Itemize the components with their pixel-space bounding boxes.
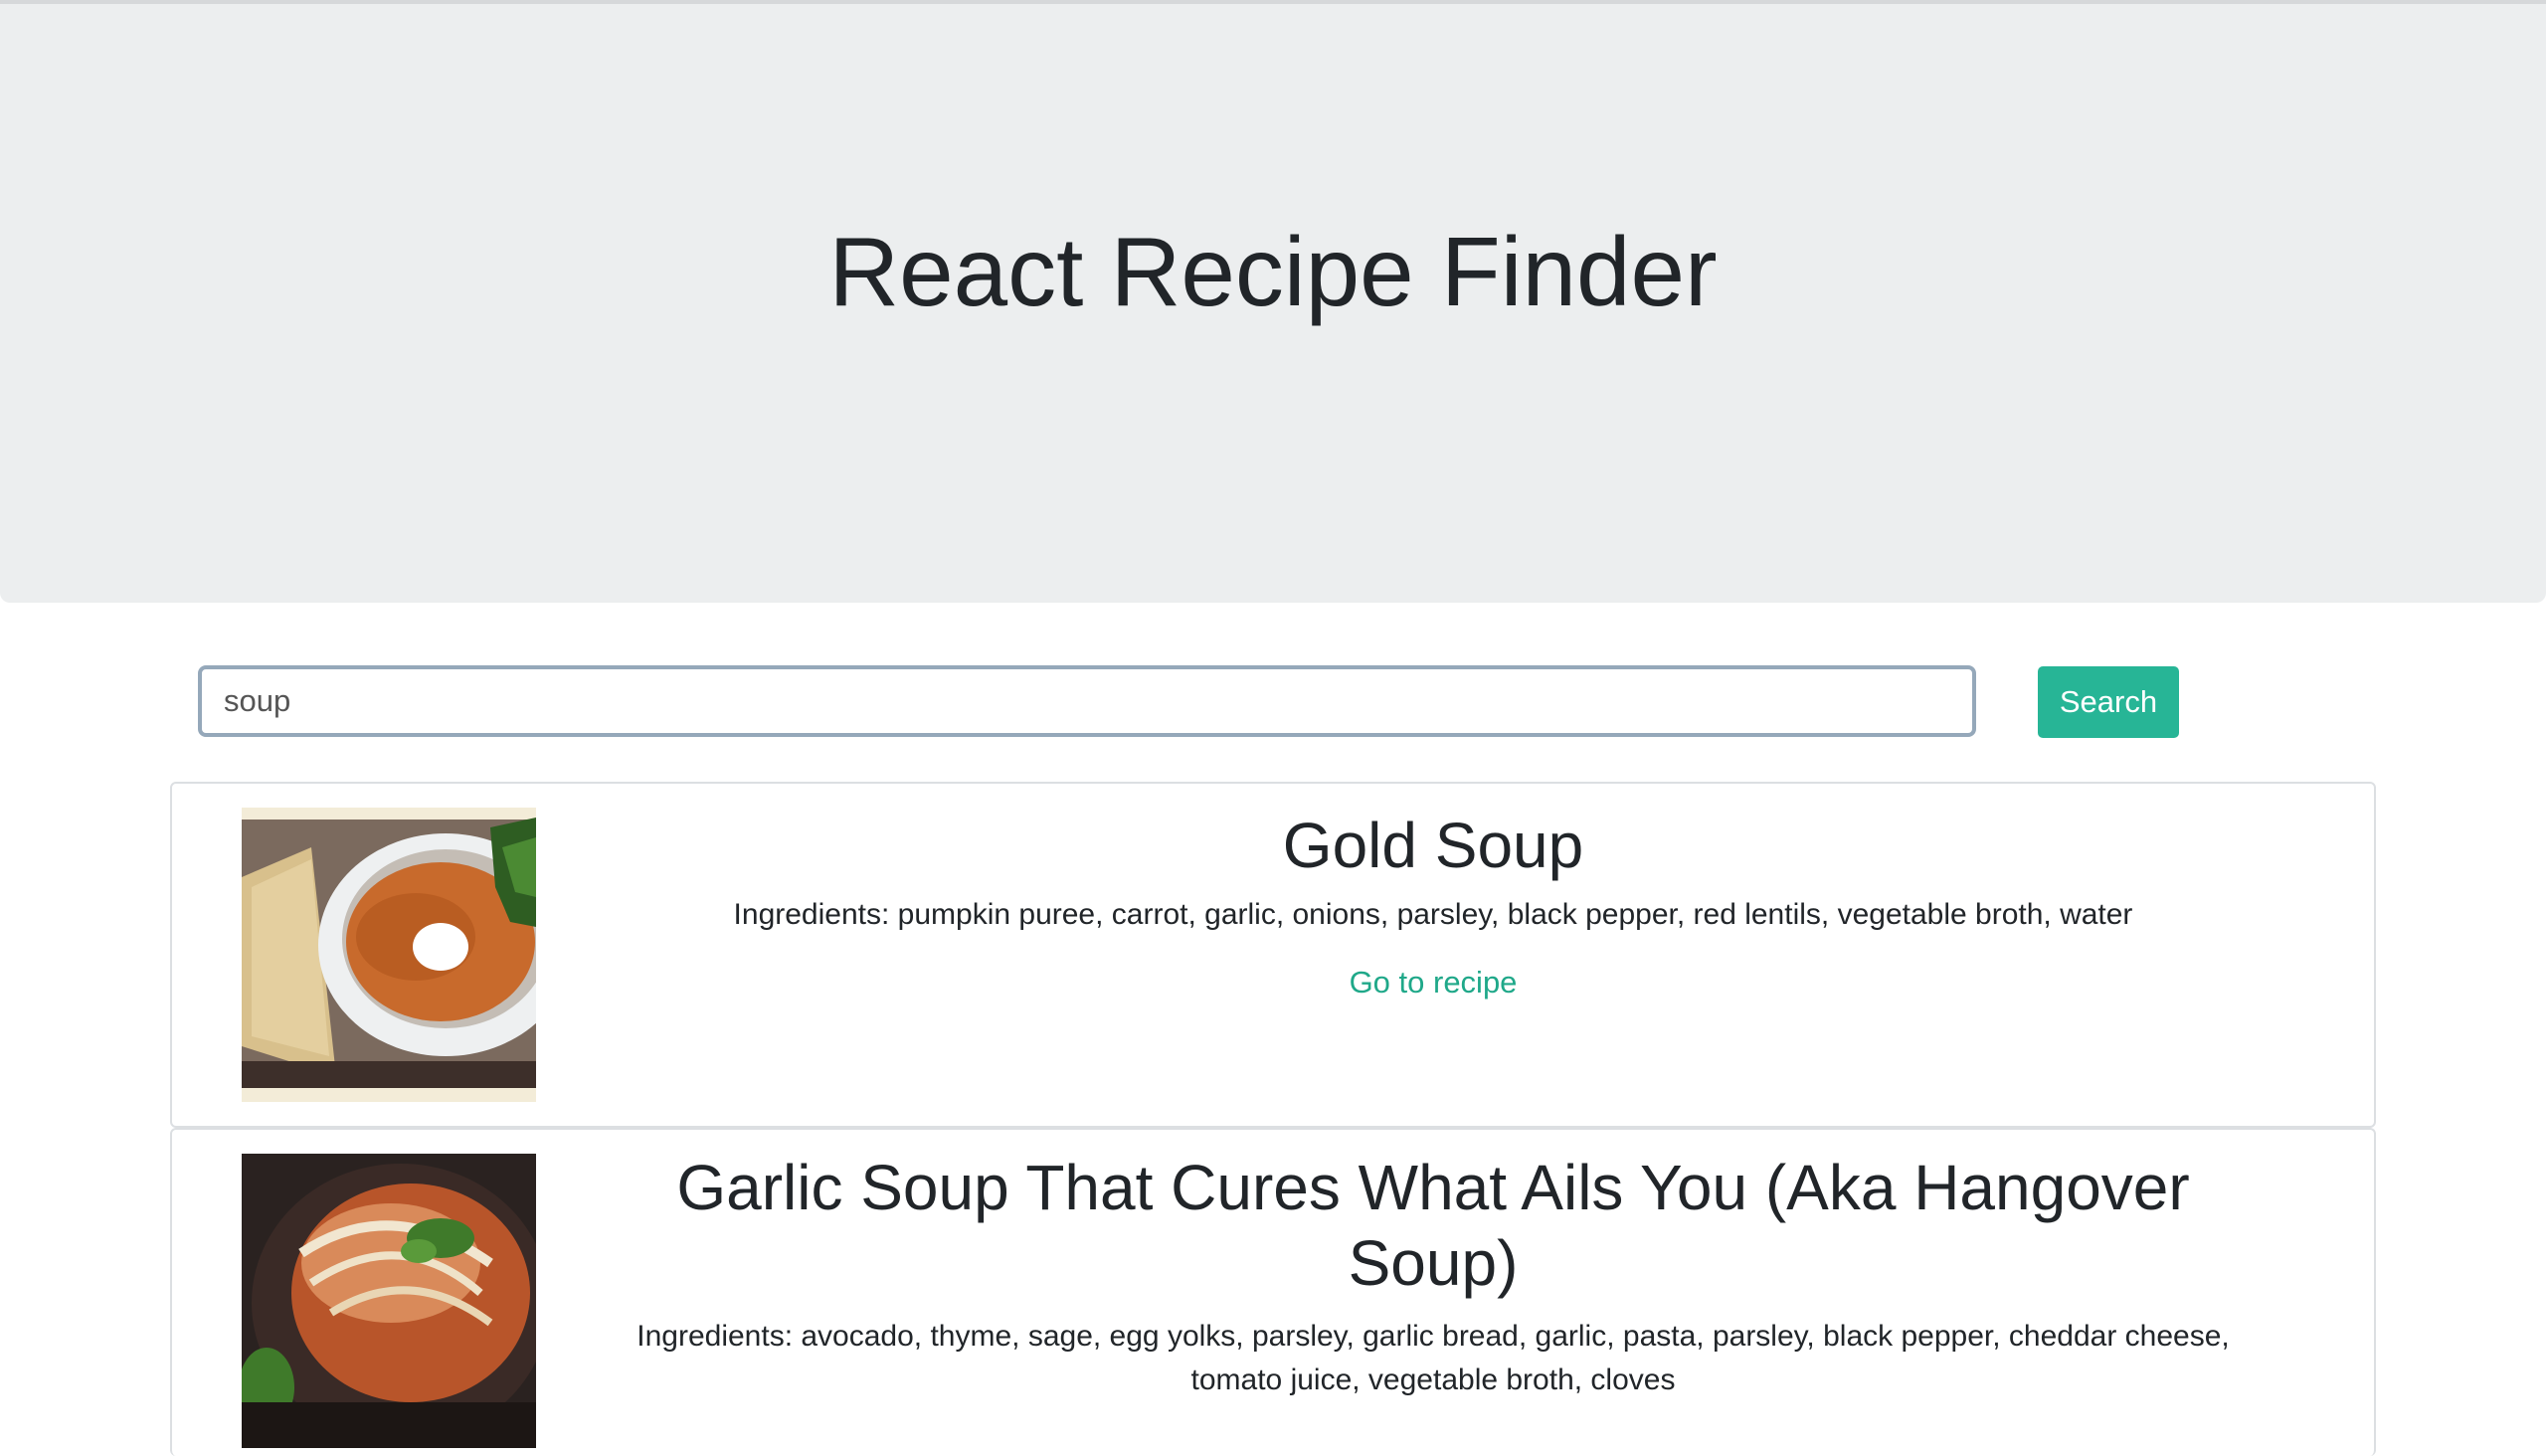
recipe-title: Gold Soup bbox=[1282, 810, 1584, 881]
go-to-recipe-link[interactable]: Go to recipe bbox=[1350, 963, 1518, 1002]
page-header: React Recipe Finder bbox=[0, 4, 2546, 603]
recipe-card: Gold Soup Ingredients: pumpkin puree, ca… bbox=[170, 782, 2376, 1128]
recipe-details: Gold Soup Ingredients: pumpkin puree, ca… bbox=[590, 808, 2276, 1002]
recipe-card: Garlic Soup That Cures What Ails You (Ak… bbox=[170, 1128, 2376, 1456]
recipe-ingredients: Ingredients: pumpkin puree, carrot, garl… bbox=[733, 898, 2133, 931]
search-button[interactable]: Search bbox=[2038, 666, 2179, 738]
recipe-image bbox=[242, 1154, 536, 1448]
search-input[interactable] bbox=[198, 665, 1976, 737]
recipe-ingredients: Ingredients: avocado, thyme, sage, egg y… bbox=[636, 1320, 2230, 1396]
recipe-title: Garlic Soup That Cures What Ails You (Ak… bbox=[676, 1152, 2190, 1299]
page-title: React Recipe Finder bbox=[828, 217, 1718, 326]
recipe-details: Garlic Soup That Cures What Ails You (Ak… bbox=[590, 1150, 2276, 1402]
recipe-image bbox=[242, 808, 536, 1102]
